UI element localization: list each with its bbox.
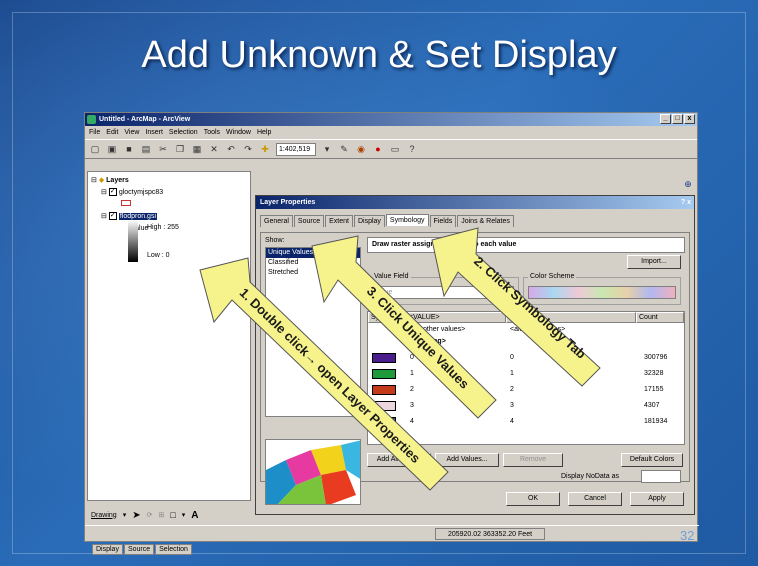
callout-arrows <box>199 227 601 491</box>
slide-number: 32 <box>680 528 695 543</box>
slide-background: Add Unknown & Set Display Untitled - Arc… <box>0 0 758 566</box>
